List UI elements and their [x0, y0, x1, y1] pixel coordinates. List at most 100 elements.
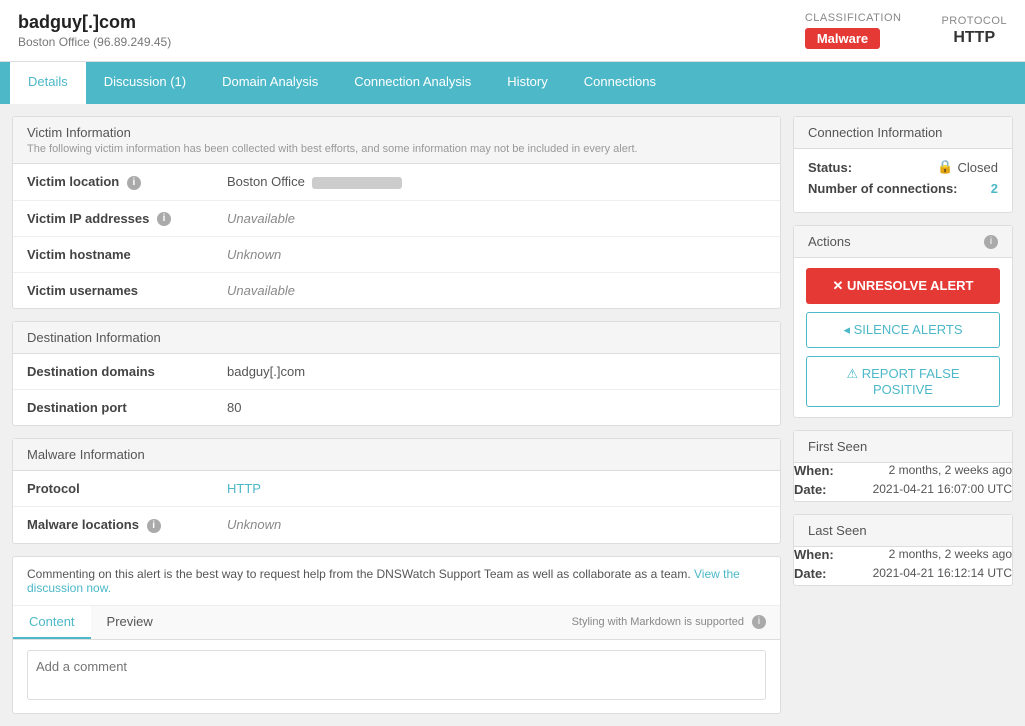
tab-connections[interactable]: Connections	[566, 62, 674, 104]
first-seen-when-label: When:	[794, 463, 834, 478]
comment-tab-preview[interactable]: Preview	[91, 606, 169, 639]
comment-notice: Commenting on this alert is the best way…	[13, 557, 780, 606]
table-row: Destination domains badguy[.]com	[13, 354, 780, 390]
top-bar-left: badguy[.]com Boston Office (96.89.249.45…	[18, 12, 171, 49]
actions-header: Actions i	[794, 226, 1012, 258]
comment-input[interactable]	[27, 650, 766, 700]
destination-info-table: Destination domains badguy[.]com Destina…	[13, 354, 780, 425]
actions-card: Actions i ✕ UNRESOLVE ALERT ◂ SILENCE AL…	[793, 225, 1013, 418]
connections-row: Number of connections: 2	[808, 181, 998, 196]
tab-details[interactable]: Details	[10, 62, 86, 104]
first-seen-date-row: Date: 2021-04-21 16:07:00 UTC	[794, 482, 1012, 497]
tab-domain-analysis[interactable]: Domain Analysis	[204, 62, 336, 104]
connection-info-card: Connection Information Status: 🔒 Closed …	[793, 116, 1013, 213]
right-panel: Connection Information Status: 🔒 Closed …	[793, 116, 1013, 714]
comment-tab-content[interactable]: Content	[13, 606, 91, 639]
actions-title: Actions	[808, 234, 851, 249]
table-row: Malware locations i Unknown	[13, 507, 780, 543]
malware-locations-value: Unknown	[213, 507, 780, 543]
malware-locations-label: Malware locations i	[13, 507, 213, 543]
first-seen-body: When: 2 months, 2 weeks ago Date: 2021-0…	[794, 463, 1012, 497]
destination-info-header: Destination Information	[13, 322, 780, 354]
last-seen-date-row: Date: 2021-04-21 16:12:14 UTC	[794, 566, 1012, 581]
last-seen-body: When: 2 months, 2 weeks ago Date: 2021-0…	[794, 547, 1012, 581]
info-icon[interactable]: i	[157, 212, 171, 226]
victim-location-value: Boston Office	[213, 164, 780, 200]
dest-domains-value: badguy[.]com	[213, 354, 780, 390]
domain-title: badguy[.]com	[18, 12, 171, 33]
victim-ip-text: Unavailable	[227, 211, 295, 226]
comment-body	[13, 640, 780, 713]
victim-location-label: Victim location i	[13, 164, 213, 200]
redacted-value	[312, 177, 402, 189]
first-seen-date-value: 2021-04-21 16:07:00 UTC	[873, 482, 1012, 497]
dest-domains-label: Destination domains	[13, 354, 213, 390]
tab-discussion[interactable]: Discussion (1)	[86, 62, 204, 104]
lock-icon: 🔒	[937, 159, 953, 175]
info-icon[interactable]: i	[127, 176, 141, 190]
victim-usernames-text: Unavailable	[227, 283, 295, 298]
malware-info-header: Malware Information	[13, 439, 780, 471]
victim-ip-label: Victim IP addresses i	[13, 200, 213, 237]
comment-tabs: Content Preview Styling with Markdown is…	[13, 606, 780, 640]
connections-label: Number of connections:	[808, 181, 958, 196]
first-seen-date-label: Date:	[794, 482, 827, 497]
last-seen-when-value: 2 months, 2 weeks ago	[889, 547, 1012, 562]
connection-info-header: Connection Information	[794, 117, 1012, 149]
victim-info-table: Victim location i Boston Office Victim I…	[13, 164, 780, 308]
dest-port-value: 80	[213, 390, 780, 426]
top-bar-right: CLASSIFICATION Malware PROTOCOL HTTP	[805, 12, 1007, 49]
comment-notice-text: Commenting on this alert is the best way…	[27, 567, 694, 581]
info-icon[interactable]: i	[147, 519, 161, 533]
actions-info-icon[interactable]: i	[984, 235, 998, 249]
victim-hostname-value: Unknown	[213, 237, 780, 273]
dest-port-label: Destination port	[13, 390, 213, 426]
silence-button[interactable]: ◂ SILENCE ALERTS	[806, 312, 1000, 348]
protocol-label: PROTOCOL	[941, 15, 1007, 27]
first-seen-when-value: 2 months, 2 weeks ago	[889, 463, 1012, 478]
table-row: Victim IP addresses i Unavailable	[13, 200, 780, 237]
first-seen-when-row: When: 2 months, 2 weeks ago	[794, 463, 1012, 478]
malware-locations-text: Unknown	[227, 517, 281, 532]
table-row: Victim usernames Unavailable	[13, 273, 780, 309]
status-value: 🔒 Closed	[937, 159, 998, 175]
protocol-value: HTTP	[213, 471, 780, 507]
malware-info-card: Malware Information Protocol HTTP Malwar…	[12, 438, 781, 544]
protocol-label: Protocol	[13, 471, 213, 507]
victim-hostname-text: Unknown	[227, 247, 281, 262]
protocol-value: HTTP	[941, 29, 1007, 47]
victim-info-card: Victim Information The following victim …	[12, 116, 781, 309]
last-seen-when-row: When: 2 months, 2 weeks ago	[794, 547, 1012, 562]
comment-section: Commenting on this alert is the best way…	[12, 556, 781, 714]
malware-info-table: Protocol HTTP Malware locations i Unknow…	[13, 471, 780, 543]
tab-connection-analysis[interactable]: Connection Analysis	[336, 62, 489, 104]
actions-body: ✕ UNRESOLVE ALERT ◂ SILENCE ALERTS ⚠ REP…	[794, 258, 1012, 417]
classification-block: CLASSIFICATION Malware	[805, 12, 902, 49]
victim-usernames-value: Unavailable	[213, 273, 780, 309]
last-seen-when-label: When:	[794, 547, 834, 562]
protocol-link[interactable]: HTTP	[227, 481, 261, 496]
table-row: Victim hostname Unknown	[13, 237, 780, 273]
tab-bar: Details Discussion (1) Domain Analysis C…	[0, 62, 1025, 104]
office-info: Boston Office (96.89.249.45)	[18, 35, 171, 49]
last-seen-card: Last Seen When: 2 months, 2 weeks ago Da…	[793, 514, 1013, 586]
victim-info-header: Victim Information The following victim …	[13, 117, 780, 164]
last-seen-header: Last Seen	[794, 515, 1012, 547]
unresolve-button[interactable]: ✕ UNRESOLVE ALERT	[806, 268, 1000, 304]
top-bar: badguy[.]com Boston Office (96.89.249.45…	[0, 0, 1025, 62]
first-seen-header: First Seen	[794, 431, 1012, 463]
tab-history[interactable]: History	[489, 62, 565, 104]
table-row: Destination port 80	[13, 390, 780, 426]
false-positive-button[interactable]: ⚠ REPORT FALSE POSITIVE	[806, 356, 1000, 407]
first-seen-card: First Seen When: 2 months, 2 weeks ago D…	[793, 430, 1013, 502]
main-content: Victim Information The following victim …	[0, 104, 1025, 726]
left-panel: Victim Information The following victim …	[12, 116, 781, 714]
classification-label: CLASSIFICATION	[805, 12, 902, 24]
last-seen-date-value: 2021-04-21 16:12:14 UTC	[873, 566, 1012, 581]
status-row: Status: 🔒 Closed	[808, 159, 998, 175]
victim-ip-value: Unavailable	[213, 200, 780, 237]
markdown-info-icon[interactable]: i	[752, 615, 766, 629]
connections-value: 2	[991, 181, 998, 196]
protocol-block: PROTOCOL HTTP	[941, 15, 1007, 47]
victim-info-subtitle: The following victim information has bee…	[27, 143, 766, 155]
